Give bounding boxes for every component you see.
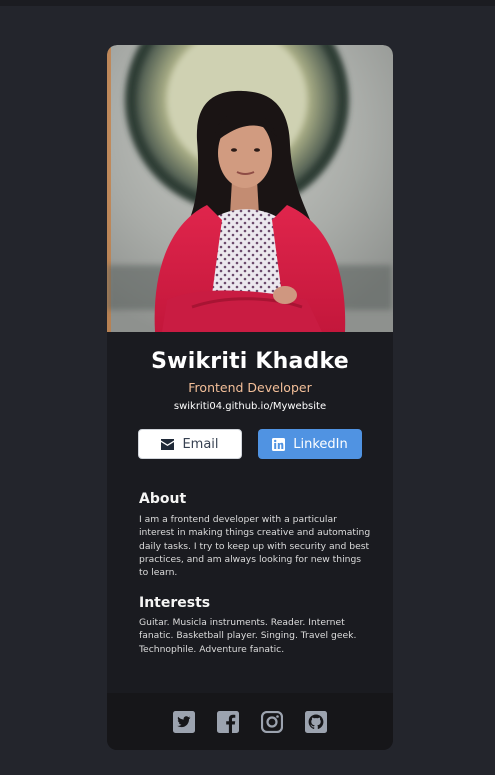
facebook-icon[interactable] [217,710,239,733]
mail-icon [161,438,175,450]
linkedin-button-label: LinkedIn [293,436,348,452]
about-text: I am a frontend developer with a particu… [139,514,371,579]
twitter-icon[interactable] [173,710,195,733]
linkedin-icon [272,437,286,451]
email-button[interactable]: Email [138,429,242,459]
linkedin-button[interactable]: LinkedIn [258,429,362,459]
profile-name: Swikriti Khadke [151,349,349,374]
profile-photo [107,45,393,332]
interests-heading: Interests [139,595,211,611]
github-icon[interactable] [305,710,327,733]
profile-website-link[interactable]: swikriti04.github.io/Mywebsite [107,401,393,412]
interests-text: Guitar. Musicla instruments. Reader. Int… [139,617,357,655]
about-heading: About [139,491,187,507]
email-button-label: Email [182,436,219,452]
top-edge-bar [0,0,495,6]
instagram-icon[interactable] [261,710,283,733]
profile-card: Swikriti Khadke Frontend Developer swikr… [107,45,393,750]
profile-role: Frontend Developer [188,380,312,395]
social-footer [107,693,393,750]
